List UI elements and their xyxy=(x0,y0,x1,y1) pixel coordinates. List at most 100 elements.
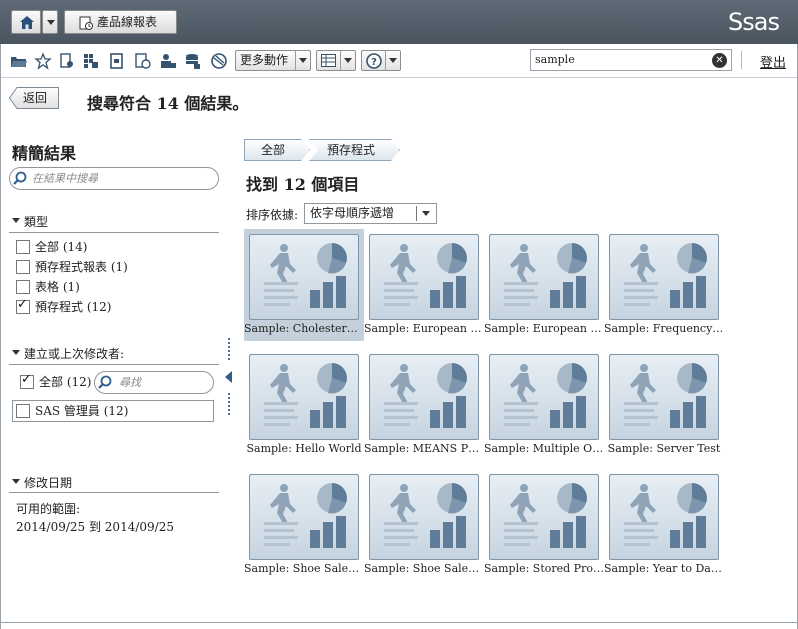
tile-thumbnail[interactable] xyxy=(489,354,599,440)
type-filter-option[interactable]: 表格 (1) xyxy=(16,280,80,296)
refine-search-input[interactable]: 在結果中搜尋 xyxy=(9,167,219,190)
stored-process-icon xyxy=(504,483,587,548)
form-icon[interactable] xyxy=(108,52,126,70)
result-tile[interactable]: Sample: Frequency A... xyxy=(604,229,724,341)
result-tile[interactable]: Sample: Multiple Out... xyxy=(484,349,604,461)
clear-search-icon[interactable]: ✕ xyxy=(712,53,727,68)
modifier-admin-option[interactable]: SAS 管理員 (12) xyxy=(16,404,128,420)
tile-thumbnail[interactable] xyxy=(489,234,599,320)
tile-label: Sample: Cholesterol b... xyxy=(244,322,364,335)
home-button[interactable] xyxy=(11,10,41,34)
tile-thumbnail[interactable] xyxy=(609,234,719,320)
left-border xyxy=(0,44,1,629)
chevron-down-icon xyxy=(340,51,355,70)
type-filter-label: 預存程式報表 (1) xyxy=(35,260,128,274)
modifier-section-header[interactable]: 建立或上次修改者: xyxy=(12,345,124,362)
modifier-all-option[interactable]: 全部 (12) xyxy=(20,373,92,391)
sort-value: 依字母順序遞增 xyxy=(310,206,395,220)
result-tile[interactable]: Sample: MEANS Pro... xyxy=(364,349,484,461)
type-section-header[interactable]: 類型 xyxy=(12,213,48,230)
divider xyxy=(9,364,219,365)
tile-label: Sample: Shoe Sales G... xyxy=(364,562,484,575)
result-tile[interactable]: Sample: European De... xyxy=(484,229,604,341)
scheduled-report-icon[interactable] xyxy=(134,52,152,70)
toolbar-separator xyxy=(741,51,742,69)
more-actions-button[interactable]: 更多動作 xyxy=(235,50,311,71)
tile-thumbnail[interactable] xyxy=(609,474,719,560)
users-icon[interactable] xyxy=(159,52,177,70)
svg-text:?: ? xyxy=(371,57,377,68)
tile-thumbnail[interactable] xyxy=(369,354,479,440)
stored-process-icon xyxy=(384,243,467,308)
result-tile[interactable]: Sample: Shoe Sales b... xyxy=(244,469,364,581)
checkbox-checked[interactable] xyxy=(16,298,30,314)
product-report-label: 產品線報表 xyxy=(97,15,158,29)
date-section-header[interactable]: 修改日期 xyxy=(12,474,72,491)
tile-label: Sample: Year to Date ... xyxy=(604,562,724,575)
tile-thumbnail[interactable] xyxy=(609,354,719,440)
result-tile[interactable]: Sample: Stored Proce... xyxy=(484,469,604,581)
tile-label: Sample: Hello World xyxy=(246,442,362,455)
stored-process-icon xyxy=(624,483,707,548)
find-modifier-input[interactable]: 尋找 xyxy=(94,371,214,394)
result-tile[interactable]: Sample: Cholesterol b... xyxy=(244,229,364,341)
type-filter-option[interactable]: 全部 (14) xyxy=(16,240,87,256)
result-tile[interactable]: Sample: Server Test xyxy=(604,349,724,461)
home-menu-dropdown[interactable] xyxy=(42,10,58,34)
checkbox[interactable] xyxy=(16,260,30,274)
tile-thumbnail[interactable] xyxy=(249,354,359,440)
breadcrumb-stored-process[interactable]: 預存程式 xyxy=(309,139,400,161)
tile-thumbnail[interactable] xyxy=(249,234,359,320)
result-tile[interactable]: Sample: Hello World xyxy=(244,349,364,461)
tile-label: Sample: Server Test xyxy=(607,442,721,455)
tile-label: Sample: European De... xyxy=(484,322,604,335)
divider xyxy=(9,232,219,233)
modifier-all-label: 全部 (12) xyxy=(39,375,92,389)
refine-results-title: 精簡結果 xyxy=(12,144,77,163)
logout-link[interactable]: 登出 xyxy=(760,52,786,71)
type-filter-option[interactable]: 預存程式報表 (1) xyxy=(16,260,128,276)
tile-thumbnail[interactable] xyxy=(369,474,479,560)
tile-thumbnail[interactable] xyxy=(489,474,599,560)
tile-label: Sample: Frequency A... xyxy=(604,322,724,335)
breadcrumb-all[interactable]: 全部 xyxy=(244,139,310,161)
items-found-heading: 找到 12 個項目 xyxy=(246,175,360,194)
home-icon xyxy=(20,16,34,29)
sas-logo: Ssas xyxy=(728,8,780,36)
bottom-border xyxy=(0,622,798,623)
chevron-down-icon xyxy=(385,51,400,70)
stored-process-icon xyxy=(264,483,347,548)
checkbox[interactable] xyxy=(16,404,30,418)
tile-label: Sample: Multiple Out... xyxy=(484,442,604,455)
stored-process-icon xyxy=(264,363,347,428)
document-search-icon[interactable] xyxy=(58,52,76,70)
checkbox-checked[interactable] xyxy=(20,373,34,389)
result-tile[interactable]: Sample: European De... xyxy=(364,229,484,341)
product-report-button[interactable]: 產品線報表 xyxy=(64,10,177,34)
tile-thumbnail[interactable] xyxy=(249,474,359,560)
stored-process-icon xyxy=(504,243,587,308)
result-tile[interactable]: Sample: Shoe Sales G... xyxy=(364,469,484,581)
search-results-heading: 搜尋符合 14 個結果。 xyxy=(87,94,249,113)
favorite-star-icon[interactable] xyxy=(34,52,52,70)
divider xyxy=(9,492,219,493)
checkbox[interactable] xyxy=(16,240,30,254)
open-folder-icon[interactable] xyxy=(10,52,28,70)
search-icon xyxy=(98,375,112,389)
data-stack-icon[interactable] xyxy=(184,52,202,70)
help-button[interactable]: ? xyxy=(361,50,401,71)
search-input[interactable]: sample xyxy=(530,49,732,71)
splitter-grip[interactable] xyxy=(228,338,230,360)
back-arrow-outline xyxy=(9,87,59,109)
view-options-button[interactable] xyxy=(316,50,356,71)
splitter-grip[interactable] xyxy=(228,393,230,415)
type-filter-label: 全部 (14) xyxy=(35,240,88,254)
tile-thumbnail[interactable] xyxy=(369,234,479,320)
collapse-panel-icon[interactable] xyxy=(225,371,232,383)
checkbox[interactable] xyxy=(16,280,30,294)
result-tile[interactable]: Sample: Year to Date ... xyxy=(604,469,724,581)
sort-select[interactable]: 依字母順序遞增 xyxy=(304,203,437,224)
globe-tag-icon[interactable] xyxy=(210,52,228,70)
type-filter-option[interactable]: 預存程式 (12) xyxy=(16,298,111,316)
grid-report-icon[interactable] xyxy=(82,52,100,70)
